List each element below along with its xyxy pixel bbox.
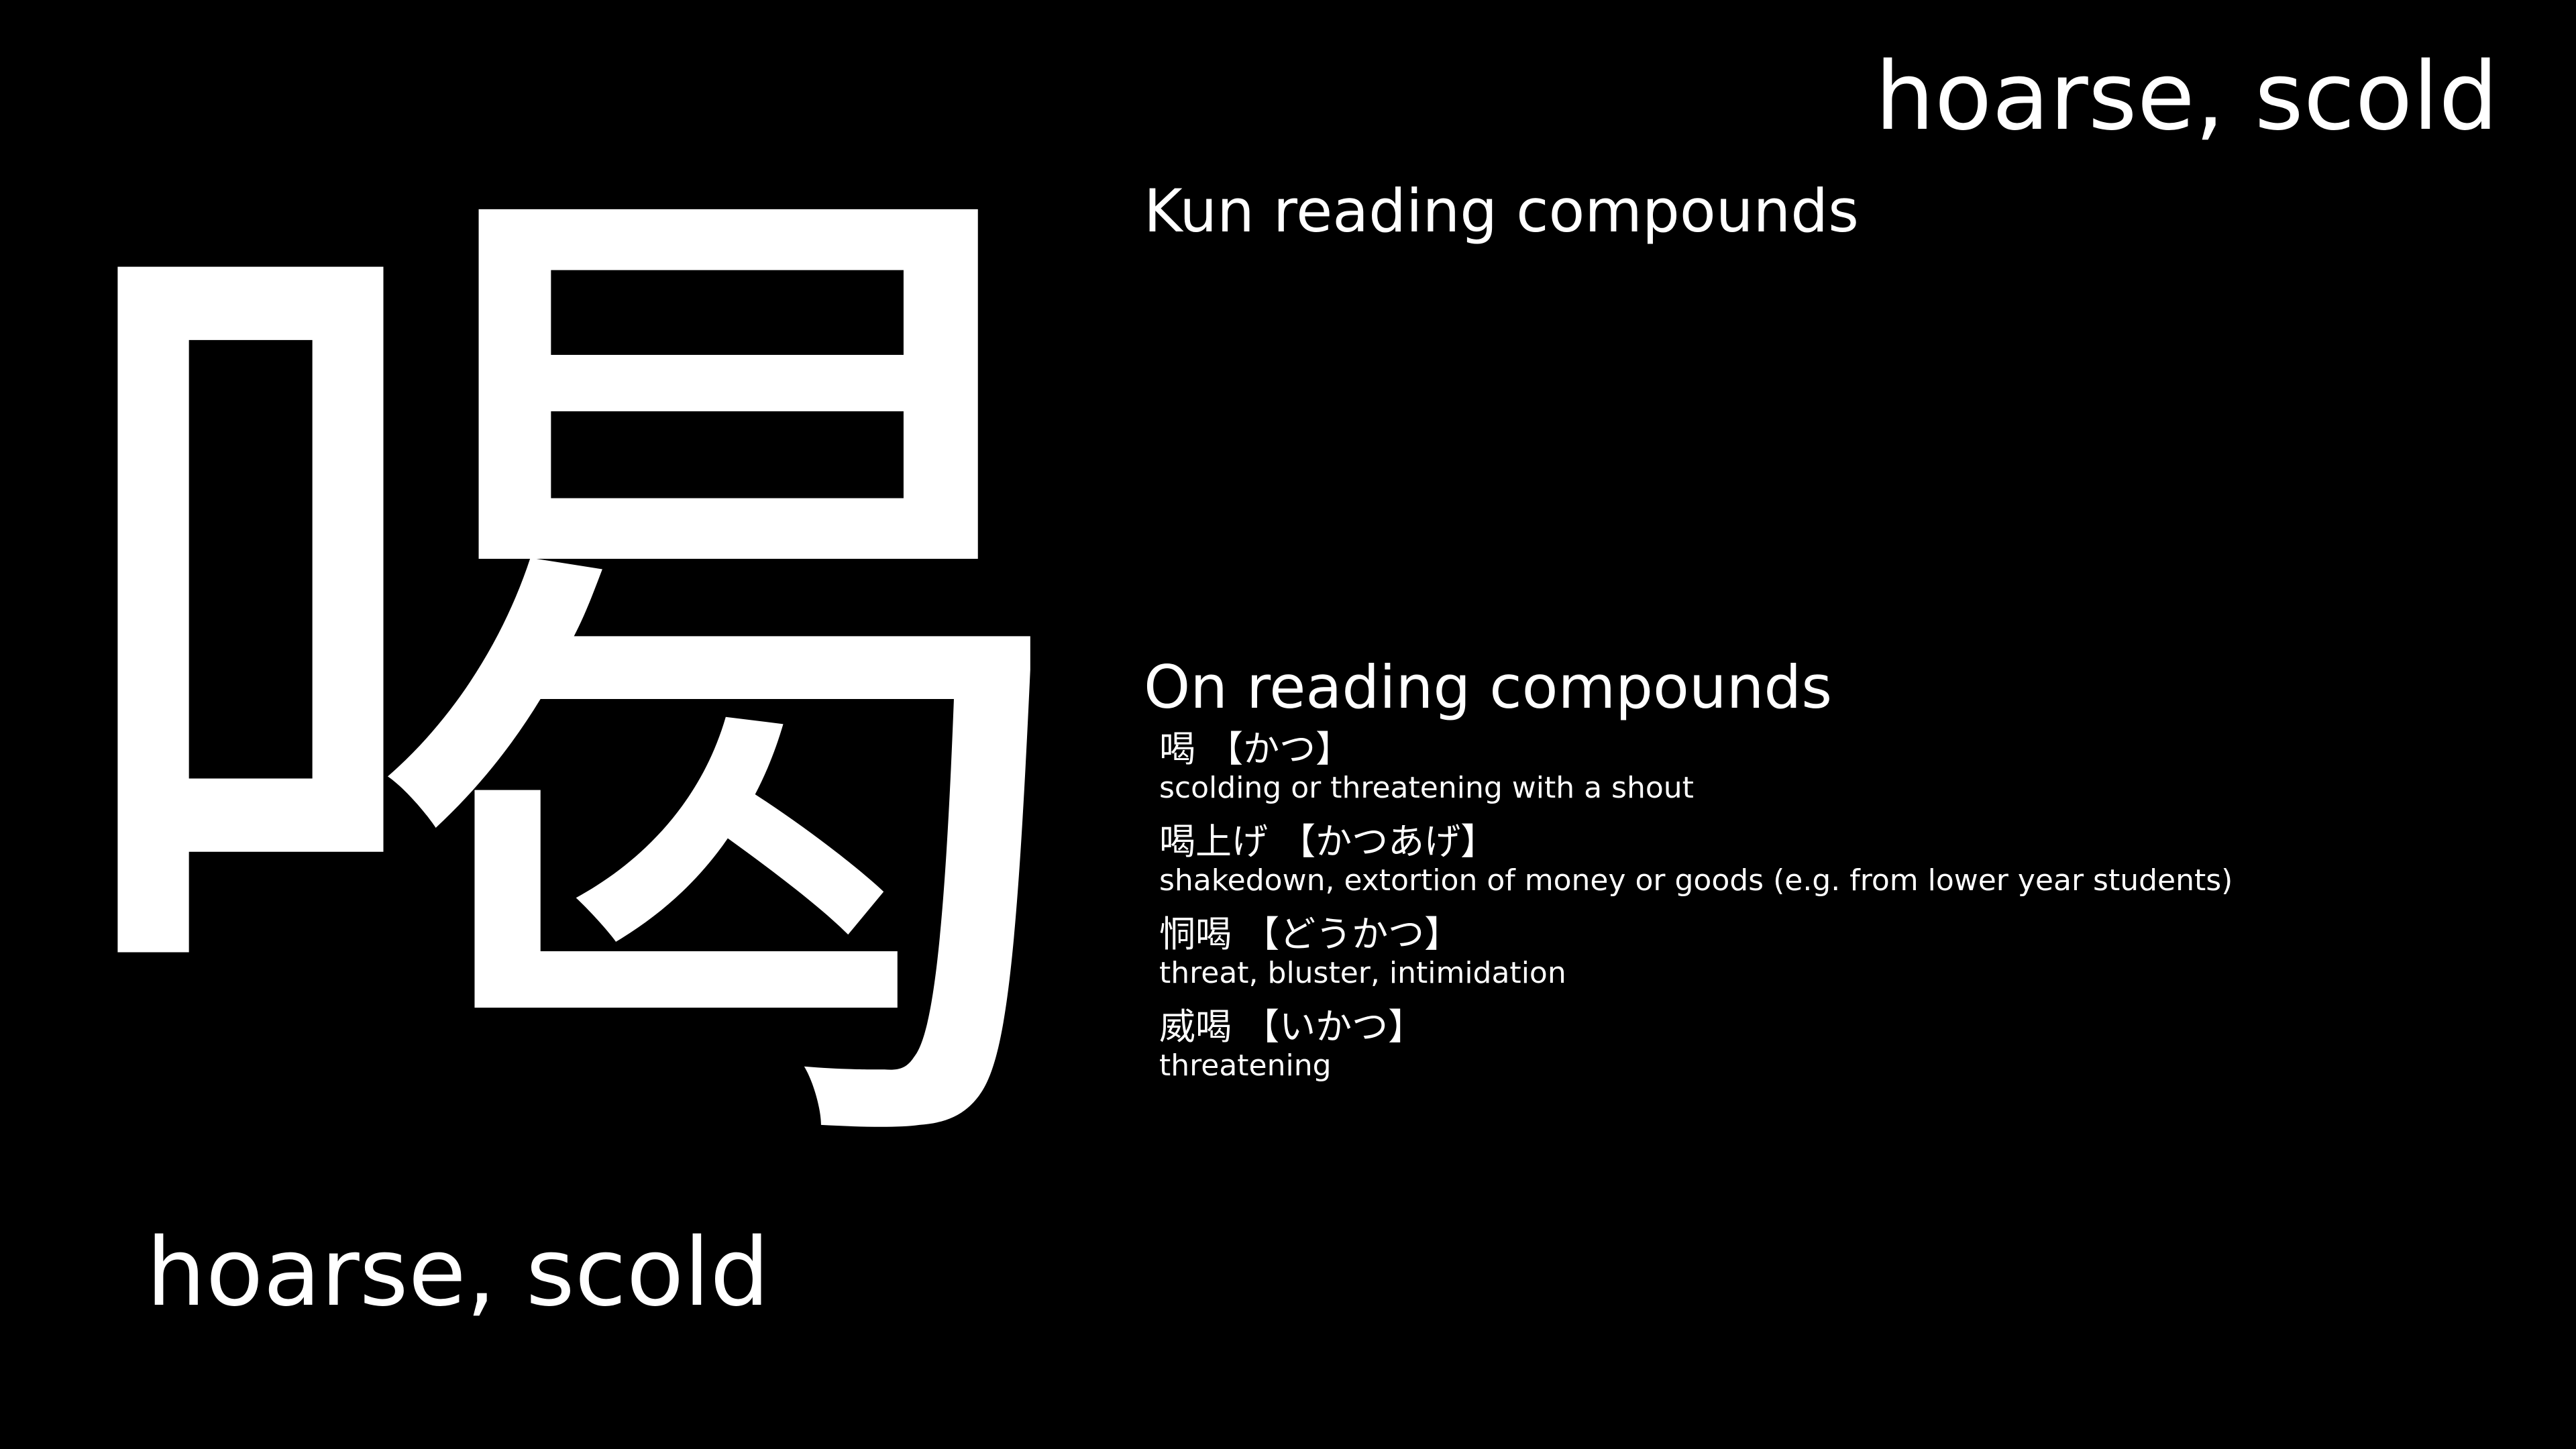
compound-item: 威喝 【いかつ】 threatening: [1159, 1006, 2501, 1083]
compound-meaning: threatening: [1159, 1049, 1332, 1083]
compound-word: 喝上げ 【かつあげ】: [1159, 820, 1497, 863]
meaning-title-top: hoarse, scold: [1875, 42, 2499, 152]
compound-meaning: scolding or threatening with a shout: [1159, 771, 1694, 805]
compound-word: 威喝 【いかつ】: [1159, 1006, 1425, 1048]
meaning-title-bottom: hoarse, scold: [146, 1218, 770, 1328]
on-compound-list: 喝 【かつ】 scolding or threatening with a sh…: [1159, 728, 2501, 1098]
compound-item: 喝上げ 【かつあげ】 shakedown, extortion of money…: [1159, 820, 2501, 898]
on-reading-heading: On reading compounds: [1144, 653, 1833, 722]
kun-reading-heading: Kun reading compounds: [1144, 176, 1859, 246]
compound-item: 喝 【かつ】 scolding or threatening with a sh…: [1159, 728, 2501, 806]
kanji-character: 喝: [40, 75, 1087, 1293]
compound-word: 喝 【かつ】: [1159, 728, 1352, 770]
compound-meaning: threat, bluster, intimidation: [1159, 956, 1566, 990]
kanji-card: { "kanji": "喝", "meaning_top": "hoarse, …: [0, 0, 2576, 1449]
compound-item: 恫喝 【どうかつ】 threat, bluster, intimidation: [1159, 913, 2501, 991]
compound-word: 恫喝 【どうかつ】: [1159, 913, 1461, 955]
compound-meaning: shakedown, extortion of money or goods (…: [1159, 863, 2233, 898]
